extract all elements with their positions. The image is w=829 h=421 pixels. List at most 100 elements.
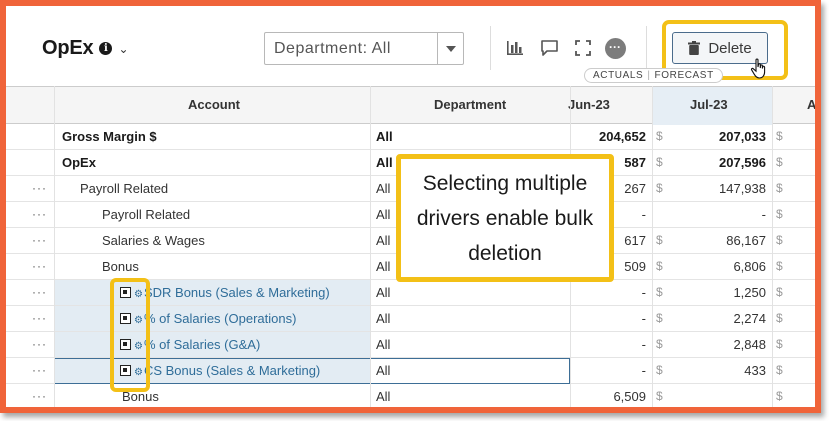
jun-value-cell[interactable]: 6,509 <box>570 384 646 407</box>
title-group[interactable]: OpEx i ⌄ <box>42 37 129 60</box>
department-cell[interactable]: All <box>376 332 390 357</box>
row-menu-icon[interactable]: ··· <box>32 254 47 279</box>
toolbar: OpEx i ⌄ Department: All ··· Delete ACTU… <box>6 6 815 83</box>
page-title: OpEx <box>42 37 94 59</box>
account-cell: OpEx <box>62 155 96 170</box>
jun-column-header[interactable]: Jun-23 <box>568 87 610 123</box>
app-window: OpEx i ⌄ Department: All ··· Delete ACTU… <box>6 6 815 407</box>
currency-symbol: $ <box>656 129 663 143</box>
currency-symbol: $ <box>776 259 783 273</box>
jul-value-cell[interactable]: 147,938 <box>666 176 766 201</box>
row-menu-icon[interactable]: ··· <box>32 358 47 383</box>
screenshot-frame: OpEx i ⌄ Department: All ··· Delete ACTU… <box>0 0 821 413</box>
row-menu-icon[interactable]: ··· <box>32 228 47 253</box>
row-menu-icon[interactable]: ··· <box>32 384 47 407</box>
column-divider <box>54 86 55 407</box>
currency-symbol: $ <box>776 233 783 247</box>
currency-symbol: $ <box>656 233 663 247</box>
row-menu-icon[interactable]: ··· <box>32 332 47 357</box>
checkbox-selection-highlight <box>110 278 150 392</box>
actuals-forecast-toggle[interactable]: ACTUALS | FORECAST <box>584 68 723 83</box>
account-column-header[interactable]: Account <box>188 87 240 123</box>
department-filter-select[interactable]: Department: All <box>264 32 464 65</box>
table-row[interactable]: Gross Margin $ All 204,652 $207,033 $ <box>6 124 815 150</box>
department-cell[interactable]: All <box>376 228 390 253</box>
department-cell[interactable]: All <box>376 254 390 279</box>
callout-line: drivers enable bulk <box>416 206 594 230</box>
currency-symbol: $ <box>776 285 783 299</box>
account-cell: Payroll Related <box>102 207 191 222</box>
callout-text: Selecting multiple drivers enable bulk d… <box>411 166 599 271</box>
currency-symbol: $ <box>656 311 663 325</box>
account-cell: Salaries & Wages <box>102 233 205 248</box>
row-bg <box>370 280 570 305</box>
jun-value-cell[interactable]: 204,652 <box>570 124 646 149</box>
jun-value-cell[interactable]: - <box>570 358 646 383</box>
department-cell[interactable]: All <box>376 384 390 407</box>
actuals-tab[interactable]: ACTUALS <box>593 70 643 81</box>
currency-symbol: $ <box>656 181 663 195</box>
expand-icon[interactable] <box>572 37 594 59</box>
jun-value-cell[interactable]: - <box>570 306 646 331</box>
info-icon[interactable]: i <box>99 42 113 55</box>
department-column-header[interactable]: Department <box>434 87 506 123</box>
grid-header-row: Account Department Jun-23 Jul-23 A <box>6 86 815 125</box>
department-cell[interactable]: All <box>376 280 390 305</box>
comment-icon[interactable] <box>538 37 560 59</box>
department-cell[interactable]: All <box>376 124 393 149</box>
jul-column-header[interactable]: Jul-23 <box>690 87 728 123</box>
more-icon: ··· <box>604 37 626 59</box>
driver-link[interactable]: % of Salaries (G&A) <box>144 337 260 352</box>
currency-symbol: $ <box>776 363 783 377</box>
jul-value-cell[interactable]: 6,806 <box>666 254 766 279</box>
department-cell[interactable]: All <box>376 150 393 175</box>
annotation-callout: Selecting multiple drivers enable bulk d… <box>396 154 614 282</box>
aug-column-header[interactable]: A <box>807 87 815 123</box>
jun-value-cell[interactable]: - <box>570 332 646 357</box>
currency-symbol: $ <box>776 181 783 195</box>
currency-symbol: $ <box>656 259 663 273</box>
department-cell[interactable]: All <box>376 176 390 201</box>
currency-symbol: $ <box>776 207 783 221</box>
currency-symbol: $ <box>776 129 783 143</box>
toolbar-divider <box>490 26 491 70</box>
row-menu-icon[interactable]: ··· <box>32 306 47 331</box>
department-cell[interactable]: All <box>376 306 390 331</box>
account-cell: Gross Margin $ <box>62 129 157 144</box>
jul-value-cell[interactable] <box>666 384 766 407</box>
jul-value-cell[interactable]: 2,848 <box>666 332 766 357</box>
row-menu-icon[interactable]: ··· <box>32 176 47 201</box>
jun-value-cell[interactable]: - <box>570 280 646 305</box>
department-filter-value: Department: All <box>274 40 391 57</box>
currency-symbol: $ <box>656 155 663 169</box>
chevron-down-icon[interactable]: ⌄ <box>118 42 128 56</box>
currency-symbol: $ <box>656 389 663 403</box>
driver-link[interactable]: % of Salaries (Operations) <box>144 311 296 326</box>
column-divider <box>772 86 773 407</box>
row-menu-icon[interactable]: ··· <box>32 202 47 227</box>
account-cell: Bonus <box>102 259 139 274</box>
bar-chart-icon[interactable] <box>504 37 526 59</box>
more-button[interactable]: ··· <box>604 37 626 59</box>
driver-account-cell[interactable]: ⚙SDR Bonus (Sales & Marketing) <box>120 280 330 305</box>
caret-down-icon[interactable] <box>437 33 463 64</box>
jul-value-cell[interactable]: 433 <box>666 358 766 383</box>
driver-link[interactable]: SDR Bonus (Sales & Marketing) <box>144 285 330 300</box>
column-divider <box>652 86 653 407</box>
currency-symbol: $ <box>776 311 783 325</box>
jul-value-cell[interactable]: 207,596 <box>666 150 766 175</box>
currency-symbol: $ <box>656 363 663 377</box>
department-cell[interactable]: All <box>376 202 390 227</box>
jul-value-cell[interactable]: 207,033 <box>666 124 766 149</box>
row-menu-icon[interactable]: ··· <box>32 280 47 305</box>
jul-value-cell[interactable]: 2,274 <box>666 306 766 331</box>
row-bg <box>370 332 570 357</box>
forecast-tab[interactable]: FORECAST <box>655 70 714 81</box>
account-cell: Payroll Related <box>80 181 169 196</box>
jul-value-cell[interactable]: 86,167 <box>666 228 766 253</box>
row-bg <box>370 306 570 331</box>
callout-line: Selecting multiple <box>422 171 588 195</box>
jul-value-cell[interactable]: - <box>666 202 766 227</box>
jul-value-cell[interactable]: 1,250 <box>666 280 766 305</box>
currency-symbol: $ <box>776 389 783 403</box>
